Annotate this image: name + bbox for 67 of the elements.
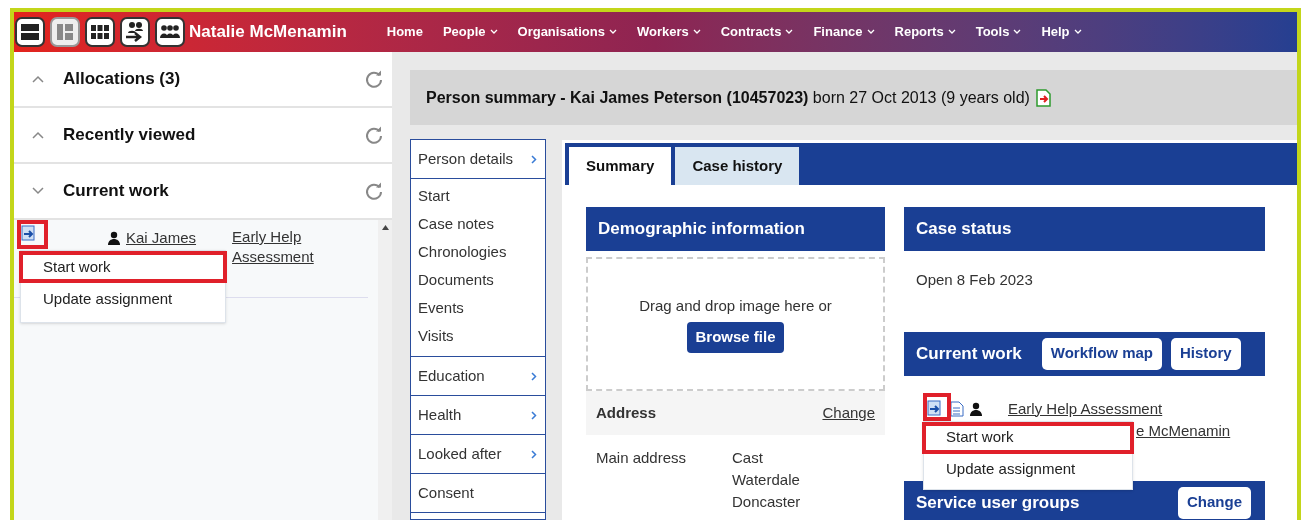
menu-item[interactable]: Update assignment [924,454,1132,485]
menu-item[interactable]: Update assignment [21,284,225,314]
view-button[interactable] [15,17,45,47]
export-icon[interactable] [1035,88,1052,107]
browse-file-button[interactable]: Browse file [687,321,784,353]
work-link[interactable]: Early Help Assessment [1008,397,1163,420]
work-link[interactable]: Early Help Assessment [232,227,319,267]
menu-item[interactable]: Start work [19,251,227,283]
document-icon[interactable] [950,400,964,417]
nav-link[interactable]: Finance [813,22,875,42]
nav-link[interactable]: Contracts [720,22,794,42]
address-line: Waterdale [732,470,801,490]
section-title: Current work [63,180,170,203]
side-nav-link[interactable]: Start [411,182,545,210]
person-summary-title: Person summary - Kai James Peterson (10457023) born 27 Oct 2013 (9 years old) [426,87,1030,108]
person-icon [108,231,120,246]
view-button[interactable] [155,17,185,47]
side-nav-item[interactable]: Person details [411,140,545,178]
scroll-up-icon[interactable] [381,225,389,230]
nav-link[interactable]: People [442,22,498,42]
change-link[interactable]: Change [822,401,875,425]
tab[interactable]: Summary [569,147,672,185]
field-label: Main address [596,448,688,468]
person-icon [970,401,982,416]
case-status-text: Open 8 Feb 2023 [916,270,1034,290]
card-title: Current work [916,342,1022,365]
side-nav-item[interactable]: Looked after [411,435,545,473]
nav-link[interactable]: Reports [894,22,956,42]
address-line: Cast [732,448,764,468]
refresh-icon[interactable] [364,125,384,145]
refresh-icon[interactable] [364,69,384,89]
side-nav-link[interactable]: Case notes [411,210,545,238]
side-nav-link[interactable]: Events [411,294,545,322]
view-button[interactable] [120,17,150,47]
nav-link[interactable]: Organisations [517,22,617,42]
refresh-icon[interactable] [364,181,384,201]
start-work-icon[interactable] [926,399,944,418]
change-button[interactable]: Change [1178,486,1251,519]
side-nav-item[interactable]: Consent [411,474,545,512]
section-title: Recently viewed [63,124,197,147]
user-name: Natalie McMenamin [189,21,347,44]
view-button[interactable] [85,17,115,47]
side-nav-link[interactable]: Chronologies [411,238,545,266]
scrollbar[interactable] [378,220,392,520]
section-title: Allocations (3) [63,68,182,91]
nav-link[interactable]: Help [1041,22,1082,42]
menu-item[interactable]: Start work [922,421,1134,454]
side-nav-item[interactable]: Health [411,396,545,434]
drop-hint: Drag and drop image here or [639,296,832,317]
card-title: Demographic information [598,218,805,241]
highlight-frame [17,220,48,249]
side-nav-link[interactable]: Documents [411,266,545,294]
header-button[interactable]: History [1171,337,1241,370]
tab[interactable]: Case history [675,147,800,185]
card-title: Case status [916,218,1012,241]
person-link[interactable]: Kai James [126,227,197,250]
start-work-icon[interactable] [20,225,38,243]
side-nav-item[interactable]: Education [411,357,545,395]
side-nav-link[interactable]: Visits [411,322,545,350]
address-line: Doncaster [732,492,801,512]
nav-link[interactable]: Home [386,22,423,42]
header-button[interactable]: Workflow map [1041,337,1163,370]
nav-link[interactable]: Workers [636,22,701,42]
card-title: Service user groups [916,491,1080,514]
nav-link[interactable]: Tools [975,22,1022,42]
assignee-link[interactable]: e McMenamin [1136,419,1231,442]
address-label: Address [596,402,657,423]
